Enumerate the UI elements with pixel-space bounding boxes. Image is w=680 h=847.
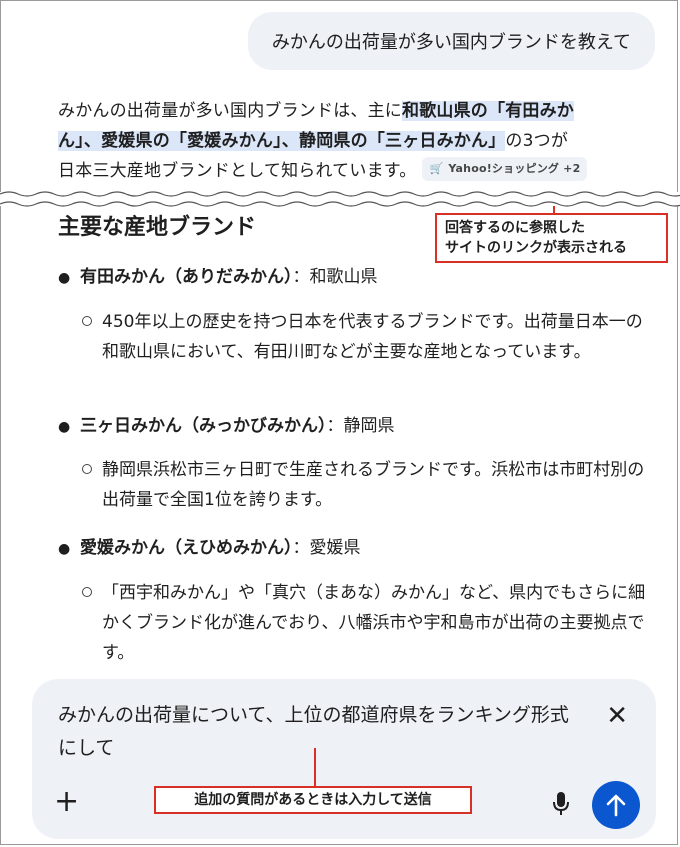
- callout-followup: 追加の質問があるときは入力して送信: [154, 786, 472, 814]
- answer-intro-text-3: 日本三大産地ブランドとして知られています。: [58, 161, 417, 181]
- sub-bullet-icon: [82, 587, 92, 597]
- prompt-input-box[interactable]: みかんの出荷量について、上位の都道府県をランキング形式にして ✕ +: [32, 679, 656, 839]
- source-chip[interactable]: 🛒 Yahoo!ショッピング +2: [422, 157, 588, 181]
- brand-description-text: 静岡県浜松市三ヶ日町で生産されるブランドです。浜松市は市町村別の出荷量で全国1位…: [102, 460, 645, 510]
- brand-region: ：愛媛県: [292, 538, 361, 558]
- answer-intro: みかんの出荷量が多い国内ブランドは、主に和歌山県の「有田みか ん」、愛媛県の「愛…: [58, 96, 652, 186]
- answer-highlight-1: 和歌山県の「有田みか: [402, 101, 574, 121]
- answer-intro-text-1: みかんの出荷量が多い国内ブランドは、主に: [58, 101, 402, 121]
- brand-item-arida: ● 有田みかん（ありだみかん）：和歌山県: [58, 263, 378, 292]
- answer-highlight-2: ん」、愛媛県の「愛媛みかん」、静岡県の「三ヶ日みかん」: [58, 131, 506, 151]
- brand-region: ：和歌山県: [292, 267, 378, 287]
- brand-description-text: 「西宇和みかん」や「真穴（まあな）みかん」など、県内でもさらに細かくブランド化が…: [102, 583, 646, 663]
- brand-name: 愛媛みかん（えひめみかん）: [80, 538, 293, 558]
- callout-sources: 回答するのに参照した サイトのリンクが表示される: [435, 213, 668, 263]
- microphone-icon[interactable]: [552, 791, 570, 817]
- brand-name: 三ヶ日みかん（みっかびみかん）: [80, 416, 327, 436]
- cart-icon: 🛒: [429, 162, 444, 175]
- sub-bullet-icon: [82, 464, 92, 474]
- user-message-text: みかんの出荷量が多い国内ブランドを教えて: [271, 32, 631, 53]
- sub-bullet-icon: [82, 316, 92, 326]
- callout-connector-followup: [314, 748, 316, 788]
- brand-item-mikkabi: ● 三ヶ日みかん（みっかびみかん）：静岡県: [58, 412, 395, 441]
- bullet-icon: ●: [58, 419, 71, 435]
- wavy-separator: [0, 191, 680, 207]
- section-title: 主要な産地ブランド: [58, 215, 257, 240]
- user-message-bubble: みかんの出荷量が多い国内ブランドを教えて: [247, 12, 655, 70]
- callout-sources-line-1: 回答するのに参照した: [445, 220, 585, 236]
- send-arrow-icon: [606, 794, 626, 817]
- prompt-input-field[interactable]: みかんの出荷量について、上位の都道府県をランキング形式にして: [58, 699, 578, 765]
- callout-sources-line-2: サイトのリンクが表示される: [445, 240, 627, 256]
- bullet-icon: ●: [58, 270, 71, 286]
- brand-name: 有田みかん（ありだみかん）: [80, 267, 293, 287]
- bullet-icon: ●: [58, 541, 71, 557]
- brand-description-text: 450年以上の歴史を持つ日本を代表するブランドです。出荷量日本一の和歌山県におい…: [102, 312, 643, 362]
- brand-region: ：静岡県: [326, 416, 395, 436]
- brand-description-ehime: 「西宇和みかん」や「真穴（まあな）みかん」など、県内でもさらに細かくブランド化が…: [82, 578, 648, 668]
- source-chip-label: Yahoo!ショッピング +2: [448, 162, 581, 175]
- callout-followup-text: 追加の質問があるときは入力して送信: [194, 792, 432, 808]
- brand-description-mikkabi: 静岡県浜松市三ヶ日町で生産されるブランドです。浜松市は市町村別の出荷量で全国1位…: [82, 455, 648, 515]
- plus-icon[interactable]: +: [54, 787, 79, 817]
- answer-intro-text-2: の3つが: [505, 131, 569, 151]
- brand-description-arida: 450年以上の歴史を持つ日本を代表するブランドです。出荷量日本一の和歌山県におい…: [82, 307, 648, 367]
- brand-item-ehime: ● 愛媛みかん（えひめみかん）：愛媛県: [58, 534, 361, 563]
- send-button[interactable]: [592, 781, 640, 829]
- close-icon[interactable]: ✕: [606, 703, 628, 729]
